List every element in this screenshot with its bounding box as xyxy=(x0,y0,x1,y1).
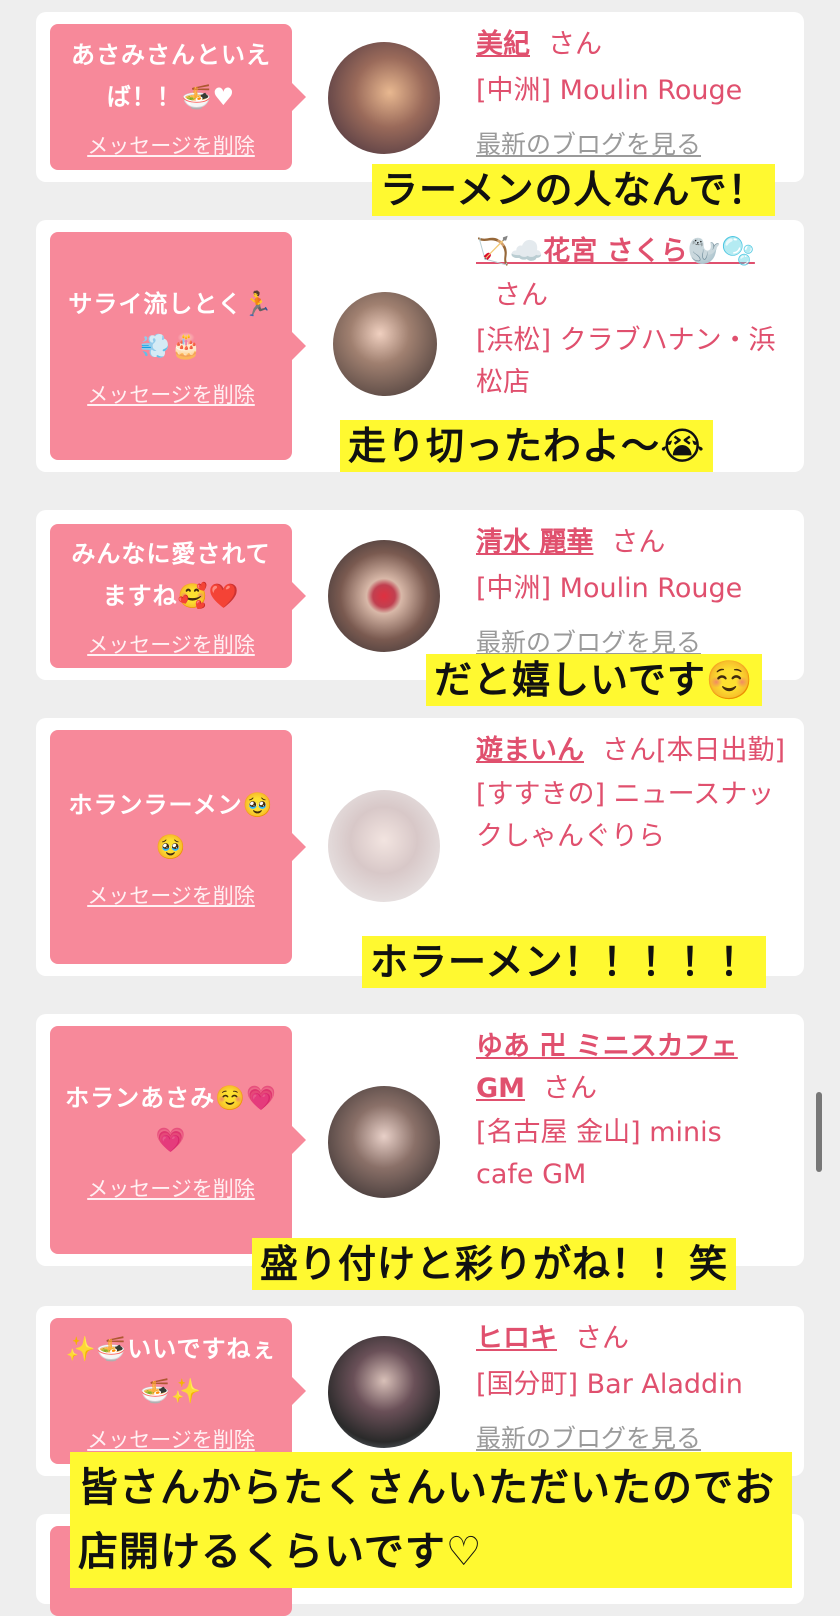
message-card: あさみさんといえば！！🍜♥ メッセージを削除 美紀 さん [中洲] Moulin … xyxy=(36,12,804,182)
store-name: [すすきの] ニュースナックしゃんぐりら xyxy=(476,779,775,852)
delete-message-link[interactable]: メッセージを削除 xyxy=(87,880,255,910)
sender-name-link[interactable]: ゆあ 卍 ミニスカフェGM xyxy=(476,1031,738,1104)
honorific: さん xyxy=(575,1323,629,1354)
latest-blog-link[interactable]: 最新のブログを見る xyxy=(476,628,701,657)
message-card: ホランあさみ☺️💗💗 メッセージを削除 ゆあ 卍 ミニスカフェGM さん [名古屋… xyxy=(36,1014,804,1266)
message-bubble: みんなに愛されてますね🥰❤️ メッセージを削除 xyxy=(50,524,306,668)
store-name: [中洲] Moulin Rouge xyxy=(476,75,743,106)
avatar[interactable] xyxy=(328,1336,440,1448)
avatar[interactable] xyxy=(328,1086,440,1198)
honorific: さん[本日出勤] xyxy=(602,735,786,766)
store-name: [国分町] Bar Aladdin xyxy=(476,1369,743,1400)
caption-overlay: 盛り付けと彩りがね！！笑 xyxy=(252,1238,737,1290)
store-name: [中洲] Moulin Rouge xyxy=(476,573,743,604)
caption-overlay: ラーメンの人なんで！ xyxy=(372,164,775,216)
caption-overlay: ホラーメン！！！！！ xyxy=(362,936,767,988)
honorific: さん xyxy=(543,1073,598,1104)
scrollbar[interactable] xyxy=(816,1092,822,1172)
message-text: ホランラーメン🥹🥹 xyxy=(68,791,274,861)
honorific: さん xyxy=(611,527,666,558)
message-text: ✨🍜いいですねぇ🍜✨ xyxy=(65,1335,277,1405)
sender-name-link[interactable]: 🏹☁️花宮 さくら🦭🫧 xyxy=(476,236,755,267)
avatar[interactable] xyxy=(328,790,440,902)
message-text: みんなに愛されてますね🥰❤️ xyxy=(71,540,271,610)
message-bubble: ホランあさみ☺️💗💗 メッセージを削除 xyxy=(50,1026,306,1254)
latest-blog-link[interactable]: 最新のブログを見る xyxy=(476,130,701,159)
message-text: あさみさんといえば！！🍜♥ xyxy=(71,41,271,111)
latest-blog-link[interactable]: 最新のブログを見る xyxy=(476,1424,701,1453)
message-text: サライ流しとく🏃💨🎂 xyxy=(68,290,274,360)
delete-message-link[interactable]: メッセージを削除 xyxy=(87,629,255,659)
delete-message-link[interactable]: メッセージを削除 xyxy=(87,379,255,409)
caption-overlay: 皆さんからたくさんいただいたのでお店開けるくらいです♡ xyxy=(70,1452,792,1588)
avatar[interactable] xyxy=(328,42,440,154)
caption-overlay: 走り切ったわよ〜😭 xyxy=(340,420,714,472)
message-bubble: サライ流しとく🏃💨🎂 メッセージを削除 xyxy=(50,232,306,460)
honorific: さん xyxy=(494,280,548,311)
sender-name-link[interactable]: ヒロキ xyxy=(476,1323,557,1354)
avatar[interactable] xyxy=(328,540,440,652)
delete-message-link[interactable]: メッセージを削除 xyxy=(87,130,255,160)
message-bubble: ✨🍜いいですねぇ🍜✨ メッセージを削除 xyxy=(50,1318,306,1464)
store-name: [浜松] クラブハナン・浜松店 xyxy=(476,325,776,398)
message-bubble: ホランラーメン🥹🥹 メッセージを削除 xyxy=(50,730,306,964)
sender-name-link[interactable]: 美紀 xyxy=(476,29,530,60)
honorific: さん xyxy=(548,29,602,60)
sender-name-link[interactable]: 遊まいん xyxy=(476,735,584,766)
delete-message-link[interactable]: メッセージを削除 xyxy=(87,1424,255,1454)
delete-message-link[interactable]: メッセージを削除 xyxy=(87,1173,255,1203)
message-bubble: あさみさんといえば！！🍜♥ メッセージを削除 xyxy=(50,24,306,170)
store-name: [名古屋 金山] minis cafe GM xyxy=(476,1117,722,1190)
sender-name-link[interactable]: 清水 麗華 xyxy=(476,527,593,558)
caption-overlay: だと嬉しいです☺️ xyxy=(426,654,763,706)
message-card: ✨🍜いいですねぇ🍜✨ メッセージを削除 ヒロキ さん [国分町] Bar Alad… xyxy=(36,1306,804,1476)
avatar[interactable] xyxy=(333,292,437,396)
message-text: ホランあさみ☺️💗💗 xyxy=(65,1084,277,1154)
